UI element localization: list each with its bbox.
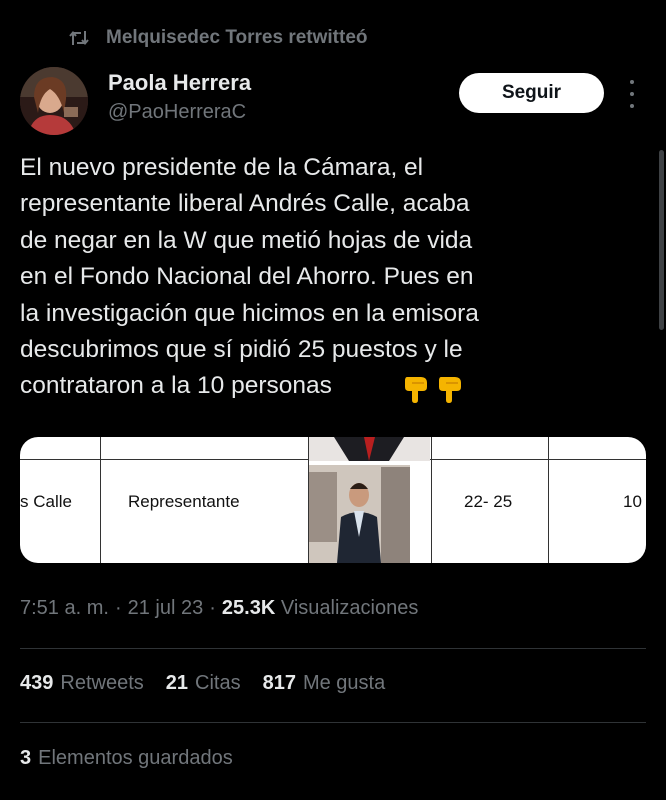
divider xyxy=(20,648,646,649)
media-cell-count: 10 xyxy=(623,492,642,511)
retweets-stat[interactable]: 439 Retweets xyxy=(20,672,144,695)
pointing-down-icon xyxy=(405,377,427,403)
likes-stat[interactable]: 817 Me gusta xyxy=(263,672,386,695)
media-cell-name: s Calle xyxy=(20,492,72,511)
retweets-count: 439 xyxy=(20,672,54,694)
scrollbar[interactable] xyxy=(659,150,664,330)
person-photo xyxy=(309,437,430,563)
meta-separator: · xyxy=(114,597,122,619)
likes-count: 817 xyxy=(262,672,296,694)
tweet-meta: 7:51 a. m. · 21 jul 23 · 25.3K Visualiza… xyxy=(20,597,418,620)
retweet-context[interactable]: Melquisedec Torres retwitteó xyxy=(68,24,368,52)
media-cell-role: Representante xyxy=(128,492,240,511)
bookmarks-count: 3 xyxy=(20,747,32,769)
pointing-down-emoji xyxy=(401,373,465,403)
tweet-time[interactable]: 7:51 a. m. xyxy=(20,597,109,620)
tweet-text: El nuevo presidente de la Cámara, el rep… xyxy=(20,154,479,400)
retweet-label: Melquisedec Torres retwitteó xyxy=(106,27,368,48)
quotes-count: 21 xyxy=(165,672,188,694)
engagement-stats: 439 Retweets 21 Citas 817 Me gusta xyxy=(20,672,385,695)
author-handle[interactable]: @PaoHerreraC xyxy=(108,101,246,124)
quotes-label: Citas xyxy=(195,672,241,694)
likes-label: Me gusta xyxy=(302,672,386,694)
tweet-media-image[interactable]: s Calle Representante 22- 25 10 xyxy=(20,437,646,563)
quotes-stat[interactable]: 21 Citas xyxy=(166,672,241,695)
views-label: Visualizaciones xyxy=(280,597,419,619)
divider xyxy=(20,722,646,723)
tweet-date[interactable]: 21 jul 23 xyxy=(128,597,204,620)
media-cell-range: 22- 25 xyxy=(464,492,513,511)
more-options-icon[interactable] xyxy=(624,80,640,108)
bookmarks-label: Elementos guardados xyxy=(38,747,233,769)
follow-button[interactable]: Seguir xyxy=(459,73,604,113)
views-count: 25.3K xyxy=(221,597,276,619)
retweets-label: Retweets xyxy=(60,672,144,694)
pointing-down-icon xyxy=(439,377,461,403)
meta-separator: · xyxy=(209,597,216,619)
bookmarks-stat[interactable]: 3 Elementos guardados xyxy=(20,747,233,770)
retweet-icon xyxy=(68,28,90,48)
author-name[interactable]: Paola Herrera xyxy=(108,70,251,96)
avatar[interactable] xyxy=(20,67,88,135)
